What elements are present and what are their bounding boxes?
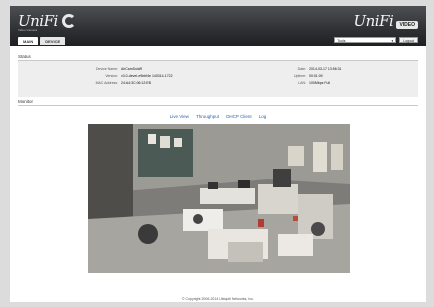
- status-panel: Device Name: AirCamSolaR Version: v3.0-dev…: [18, 61, 418, 97]
- status-value: v3.0-devel-e9bbf4e 140314-1722: [121, 74, 173, 78]
- status-row: Uptime: 00:01:09: [274, 74, 323, 78]
- tools-select[interactable]: Tools ▾: [334, 37, 397, 43]
- status-heading: Status: [18, 54, 418, 61]
- camera-image: [88, 124, 350, 273]
- status-label: MAC Address:: [95, 81, 118, 85]
- status-value: 100Mbps Full: [309, 81, 331, 85]
- link-live-view[interactable]: Live View: [170, 114, 189, 119]
- link-dhcp-client[interactable]: DHCP Client: [226, 114, 251, 119]
- status-label: Uptime:: [293, 74, 306, 78]
- copyright-footer: © Copyright 2006-2014 Ubiquiti Networks,…: [181, 297, 255, 301]
- status-label: Device Name:: [96, 67, 118, 71]
- link-log[interactable]: Log: [259, 114, 267, 119]
- status-row: LAN: 100Mbps Full: [274, 81, 330, 85]
- camera-logo-icon: [62, 14, 76, 28]
- status-value: AirCamSolaR: [121, 67, 143, 71]
- tools-select-value: Tools: [337, 39, 346, 43]
- monitor-heading: Monitor: [18, 99, 418, 106]
- status-label: Date:: [297, 67, 306, 71]
- status-value: 2014-03-17 13:56:31: [309, 67, 342, 71]
- main-page: UniFi Video Camera UniFi VIDEO MAIN DEVI…: [10, 6, 426, 302]
- status-row: MAC Address: 24:A4:3C:06:12:EB: [18, 81, 151, 85]
- logout-button[interactable]: Logout: [399, 37, 418, 43]
- status-label: LAN:: [298, 81, 306, 85]
- status-label: Version:: [105, 74, 118, 78]
- tab-main[interactable]: MAIN: [18, 37, 39, 45]
- unifi-video-logo: UniFi VIDEO: [353, 12, 418, 30]
- header-controls: Tools ▾ Logout: [334, 37, 418, 43]
- status-row: Date: 2014-03-17 13:56:31: [274, 67, 342, 71]
- video-badge: VIDEO: [396, 20, 418, 29]
- brand-right: UniFi: [353, 12, 394, 30]
- tab-device[interactable]: DEVICE: [40, 37, 66, 45]
- live-video-feed[interactable]: [88, 124, 350, 273]
- chevron-down-icon: ▾: [391, 39, 394, 43]
- monitor-nav: Live View Throughput DHCP Client Log: [10, 114, 426, 119]
- status-value: 24:A4:3C:06:12:EB: [121, 81, 151, 85]
- status-row: Device Name: AirCamSolaR: [18, 67, 142, 71]
- status-value: 00:01:09: [309, 74, 323, 78]
- tab-bar: MAIN DEVICE: [18, 37, 66, 45]
- link-throughput[interactable]: Throughput: [196, 114, 219, 119]
- unifi-logo: UniFi Video Camera: [18, 12, 58, 32]
- status-row: Version: v3.0-devel-e9bbf4e 140314-1722: [18, 74, 173, 78]
- app-header: UniFi Video Camera UniFi VIDEO MAIN DEVI…: [10, 6, 426, 46]
